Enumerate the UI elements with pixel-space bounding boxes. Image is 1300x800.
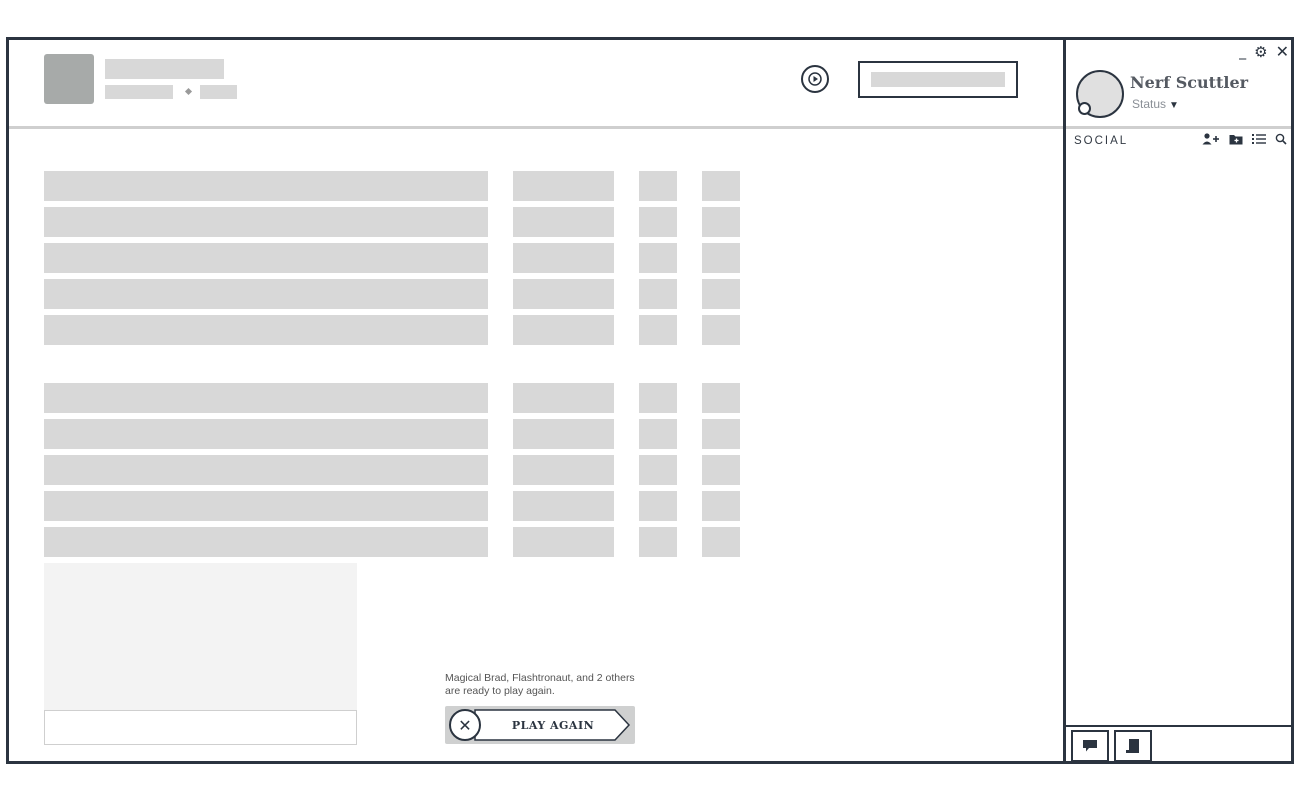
play-again-button[interactable]: PLAY AGAIN [483,706,623,744]
window-controls: _ ⚙ ✕ [1239,44,1289,60]
stat-cell [639,455,677,485]
add-folder-glyph [1229,135,1243,145]
stat-cell [513,383,614,413]
player-cell [44,315,488,345]
stat-cell [639,419,677,449]
list-glyph [1252,134,1266,144]
mission-log-icon [1126,739,1139,753]
stat-cell [513,455,614,485]
close-window-icon[interactable]: ✕ [1276,44,1289,60]
search-glyph [1275,133,1287,145]
player-cell [44,383,488,413]
post-game-chat-log [44,563,357,710]
stat-cell [513,419,614,449]
player-subtitle-placeholder [105,85,173,99]
social-toolbar [1202,133,1287,148]
player-cell [44,207,488,237]
player-cell [44,491,488,521]
stat-cell [639,207,677,237]
search-icon[interactable] [1275,133,1287,148]
social-panel: _ ⚙ ✕ Nerf Scuttler Status ▼ SOCIAL [1063,40,1291,762]
stat-cell [639,171,677,201]
stat-cell [702,243,740,273]
stat-cell [702,455,740,485]
list-icon[interactable] [1252,133,1266,148]
add-friend-icon[interactable] [1202,133,1220,148]
bottom-divider [1066,725,1291,727]
add-folder-icon[interactable] [1229,133,1243,148]
stat-cell [513,491,614,521]
stat-cell [513,279,614,309]
stat-cell [513,527,614,557]
stat-cell [513,315,614,345]
profile-username: Nerf Scuttler [1130,73,1249,92]
player-cell [44,243,488,273]
player-cell [44,455,488,485]
player-cell [44,171,488,201]
play-circle-glyph [808,72,822,86]
status-indicator [1078,102,1091,115]
stat-cell [702,207,740,237]
chat-button[interactable] [1071,730,1109,762]
status-dropdown[interactable]: Status ▼ [1132,97,1179,111]
main-area: Magical Brad, Flashtronaut, and 2 others… [9,40,1063,761]
header-action-placeholder [871,72,1005,87]
stat-cell [639,243,677,273]
close-icon[interactable]: ✕ [449,709,481,741]
stat-cell [639,527,677,557]
chat-icon [1083,740,1097,752]
stat-cell [639,491,677,521]
stat-cell [702,419,740,449]
chat-input[interactable] [44,710,357,745]
stat-cell [702,171,740,201]
gear-icon[interactable]: ⚙ [1254,45,1267,60]
player-cell [44,279,488,309]
stat-cell [639,279,677,309]
client-window: Magical Brad, Flashtronaut, and 2 others… [6,37,1294,764]
stat-cell [702,491,740,521]
player-tag-placeholder [200,85,237,99]
mission-log-button[interactable] [1114,730,1152,762]
player-name-placeholder [105,59,224,79]
stat-cell [513,207,614,237]
status-label: Status [1132,97,1167,111]
player-cell [44,419,488,449]
minimize-icon[interactable]: _ [1239,45,1246,59]
stat-cell [702,279,740,309]
stat-cell [513,243,614,273]
social-section-label: SOCIAL [1074,135,1129,147]
stat-cell [702,527,740,557]
stat-cell [639,315,677,345]
player-cell [44,527,488,557]
profile-divider [1066,126,1291,129]
stat-cell [702,315,740,345]
friends-list [1066,152,1291,722]
stat-cell [513,171,614,201]
separator-dot [184,87,193,96]
caret-down-icon: ▼ [1169,100,1179,111]
header-action-button[interactable] [858,61,1018,98]
stat-cell [639,383,677,413]
play-circle-icon[interactable] [801,65,829,93]
profile-avatar[interactable] [1076,70,1124,118]
main-header [9,40,1063,129]
play-again-control: ✕ PLAY AGAIN [445,706,635,744]
player-avatar [44,54,94,104]
stat-cell [702,383,740,413]
ready-message: Magical Brad, Flashtronaut, and 2 others… [445,672,635,697]
add-friend-glyph [1202,133,1219,145]
